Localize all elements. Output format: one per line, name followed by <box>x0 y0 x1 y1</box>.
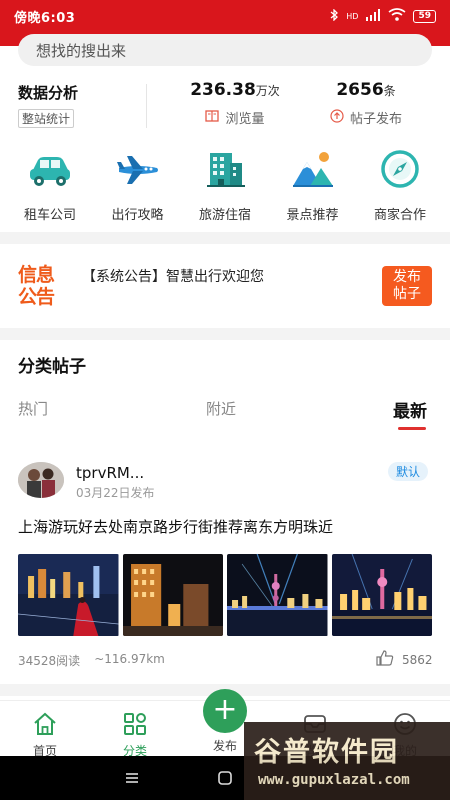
category-grid: 租车公司 出行攻略 旅游住宿 景点推荐 商家合作 <box>0 148 450 228</box>
posts-unit: 条 <box>383 84 396 98</box>
posts-value: 2656 <box>336 80 384 100</box>
post-distance: ~116.97km <box>94 652 165 666</box>
post-photo[interactable] <box>122 554 223 636</box>
hotel-icon <box>202 148 248 194</box>
watermark-url: www.gupuxlazal.com <box>258 772 410 788</box>
post-photo[interactable] <box>227 554 328 636</box>
home-square-icon[interactable] <box>217 770 233 786</box>
views-value-row: 236.38万次 <box>172 80 298 100</box>
grid-icon <box>122 711 148 740</box>
views-value: 236.38 <box>190 80 256 100</box>
stats-divider <box>146 84 147 128</box>
views-unit: 万次 <box>255 84 280 98</box>
car-icon <box>27 148 73 194</box>
publish-post-line2: 帖子 <box>393 286 421 302</box>
post-photo[interactable] <box>18 554 119 636</box>
menu-icon[interactable] <box>124 770 140 786</box>
post-title[interactable]: 上海游玩好去处南京路步行街推荐离东方明珠近 <box>18 516 333 537</box>
views-stat: 236.38万次 浏览量 <box>172 80 298 127</box>
post-author[interactable]: tprvRM... <box>76 464 144 482</box>
category-label: 景点推荐 <box>286 208 339 223</box>
tab-hot[interactable]: 热门 <box>18 398 48 419</box>
post-tag: 默认 <box>388 462 429 481</box>
stats-subtitle: 整站统计 <box>18 109 75 128</box>
battery-indicator: 59 <box>413 9 436 23</box>
views-label-row: 浏览量 <box>172 108 298 127</box>
status-bar: 傍晚6:03 HD 59 <box>0 0 450 32</box>
publish-button[interactable]: + <box>203 689 247 733</box>
active-tab-indicator <box>398 427 426 430</box>
search-input[interactable]: 想找的搜出来 <box>18 34 432 66</box>
nav-category[interactable]: 分类 <box>105 711 165 759</box>
notice-text[interactable]: 【系统公告】智慧出行欢迎您 <box>82 266 264 286</box>
category-accommodation[interactable]: 旅游住宿 <box>183 148 267 228</box>
post-tabs: 热门 附近 最新 <box>0 398 450 434</box>
category-label: 租车公司 <box>23 208 76 223</box>
post-meta: 34528阅读 ~116.97km <box>18 652 165 669</box>
upload-icon <box>330 108 344 127</box>
mountain-icon <box>290 148 336 194</box>
post-photo[interactable] <box>331 554 432 636</box>
tab-nearby[interactable]: 附近 <box>206 398 236 419</box>
category-label: 商家合作 <box>373 208 426 223</box>
signal-icon <box>365 8 381 24</box>
publish-post-line1: 发布 <box>393 269 421 285</box>
nav-home[interactable]: 首页 <box>15 711 75 759</box>
status-time: 傍晚6:03 <box>14 10 76 26</box>
category-travel-guide[interactable]: 出行攻略 <box>96 148 180 228</box>
views-label: 浏览量 <box>225 112 265 127</box>
category-label: 旅游住宿 <box>198 208 251 223</box>
section-title: 分类帖子 <box>18 357 86 377</box>
posts-value-row: 2656条 <box>316 80 416 100</box>
airplane-icon <box>115 148 161 194</box>
compass-icon <box>377 148 423 194</box>
home-icon <box>32 711 58 740</box>
post-reads: 34528阅读 <box>18 654 81 668</box>
publish-label: 发布 <box>212 739 237 753</box>
stats-panel: 数据分析 整站统计 236.38万次 浏览量 2656条 帖子发布 <box>0 76 450 134</box>
posts-stat: 2656条 帖子发布 <box>316 80 416 127</box>
post-photos <box>18 554 432 636</box>
tab-latest[interactable]: 最新 <box>393 397 427 422</box>
network-type-label: HD <box>346 11 359 21</box>
bluetooth-icon <box>330 7 339 24</box>
stats-summary: 数据分析 整站统计 <box>18 82 78 128</box>
section-gap <box>0 232 450 244</box>
notice-badge: 信息 公告 <box>18 264 68 308</box>
publish-post-button[interactable]: 发布 帖子 <box>382 266 432 306</box>
search-area: 想找的搜出来 <box>0 32 450 68</box>
notice-badge-line2: 公告 <box>18 286 55 308</box>
posts-label: 帖子发布 <box>349 112 402 127</box>
stats-title: 数据分析 <box>18 84 79 102</box>
category-label: 出行攻略 <box>111 208 164 223</box>
book-icon <box>205 109 220 127</box>
posts-label-row: 帖子发布 <box>316 108 416 127</box>
notice-bar: 信息 公告 【系统公告】智慧出行欢迎您 发布 帖子 <box>0 246 450 326</box>
section-gap <box>0 328 450 340</box>
search-placeholder: 想找的搜出来 <box>36 41 127 60</box>
post-date: 03月22日发布 <box>76 486 155 500</box>
category-attractions[interactable]: 景点推荐 <box>271 148 355 228</box>
notice-badge-line1: 信息 <box>18 264 55 286</box>
status-icons: HD 59 <box>330 7 436 24</box>
category-business-cooperation[interactable]: 商家合作 <box>358 148 442 228</box>
category-car-rental[interactable]: 租车公司 <box>8 148 92 228</box>
like-count: 5862 <box>402 652 433 667</box>
watermark-title: 谷普软件园 <box>254 737 399 768</box>
avatar[interactable] <box>18 462 64 498</box>
thumbs-up-icon <box>376 650 394 669</box>
like-button[interactable]: 5862 <box>376 650 433 669</box>
site-watermark: 谷普软件园 www.gupuxlazal.com <box>244 722 450 800</box>
wifi-icon <box>388 8 406 24</box>
